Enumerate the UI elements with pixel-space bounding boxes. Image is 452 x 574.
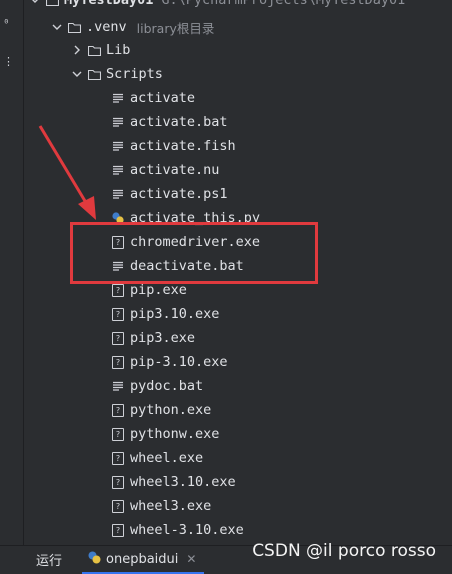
unknown-file-icon: ? [112,499,124,513]
tree-row-scripts[interactable]: Scripts [72,62,163,86]
unknown-file-icon: ? [112,307,124,321]
unknown-file-icon: ? [112,427,124,441]
left-tool-gutter: ⁰ ⋮ [0,0,24,545]
file-row[interactable]: activate.bat [112,110,228,134]
text-file-icon [112,188,125,201]
folder-icon [46,0,59,7]
unknown-file-icon: ? [112,283,124,297]
watermark: CSDN @il porco rosso [252,541,436,561]
text-file-icon [112,164,125,177]
file-row[interactable]: ? pip-3.10.exe [112,350,228,374]
file-name: pip.exe [130,282,187,298]
text-file-icon [112,116,125,129]
library-root-hint: library根目录 [136,20,215,36]
file-name: python.exe [130,402,212,418]
python-file-icon [88,551,101,568]
file-row[interactable]: activate.fish [112,134,236,158]
scripts-folder-name: Scripts [106,66,163,82]
unknown-file-icon: ? [112,475,124,489]
file-row[interactable]: pydoc.bat [112,374,203,398]
file-name: activate [130,90,196,106]
unknown-file-icon: ? [112,403,124,417]
tree-row-lib[interactable]: Lib [72,38,130,62]
file-row[interactable]: ? python.exe [112,398,211,422]
lib-folder-name: Lib [106,42,131,58]
run-tab[interactable]: 运行 [36,550,62,569]
file-name: pythonw.exe [130,426,220,442]
file-name: activate.nu [130,162,220,178]
file-row[interactable]: ? wheel3.exe [112,494,211,518]
file-tab-label: onepbaidui [106,551,179,567]
project-root-path: G:\PycharmProjects\MyTestDay01 [161,0,406,8]
project-root-name: MyTestDay01 [64,0,154,8]
file-name: pip-3.10.exe [130,354,228,370]
chevron-down-icon[interactable] [52,22,62,32]
file-row[interactable]: ? wheel.exe [112,446,203,470]
unknown-file-icon: ? [112,355,124,369]
unknown-file-icon: ? [112,331,124,345]
file-row[interactable]: activate.nu [112,158,219,182]
file-row[interactable]: ? pythonw.exe [112,422,219,446]
text-file-icon [112,140,125,153]
file-name: activate.fish [130,138,236,154]
highlight-box [70,222,318,284]
tree-row-project-root[interactable]: MyTestDay01 G:\PycharmProjects\MyTestDay… [30,0,405,12]
chevron-down-icon[interactable] [30,0,40,5]
file-name: wheel3.10.exe [130,474,236,490]
file-name: wheel.exe [130,450,204,466]
project-tool-icon[interactable]: ⁰ [3,18,10,30]
text-file-icon [112,380,125,393]
close-icon[interactable]: ✕ [186,552,196,566]
file-row[interactable]: ? wheel3.10.exe [112,470,236,494]
file-row[interactable]: activate.ps1 [112,182,228,206]
unknown-file-icon: ? [112,523,124,537]
chevron-right-icon[interactable] [72,45,82,55]
file-row[interactable]: ? pip3.10.exe [112,302,219,326]
tree-row-venv[interactable]: .venv library根目录 [52,15,214,39]
file-row[interactable]: ? pip3.exe [112,326,195,350]
text-file-icon [112,92,125,105]
chevron-down-icon[interactable] [72,69,82,79]
file-name: pip3.exe [130,330,196,346]
more-tools-icon[interactable]: ⋮ [3,56,14,68]
file-row[interactable]: activate [112,86,195,110]
file-name: wheel-3.10.exe [130,522,244,538]
file-name: activate.ps1 [130,186,228,202]
venv-folder-name: .venv [86,19,127,35]
folder-icon [88,44,101,57]
file-name: wheel3.exe [130,498,212,514]
folder-icon [88,68,101,81]
file-name: pydoc.bat [130,378,204,394]
file-name: pip3.10.exe [130,306,220,322]
editor-file-tab[interactable]: onepbaidui ✕ [82,546,205,574]
folder-icon [68,21,81,34]
file-row[interactable]: ? wheel-3.10.exe [112,518,244,542]
file-name: activate.bat [130,114,228,130]
unknown-file-icon: ? [112,451,124,465]
